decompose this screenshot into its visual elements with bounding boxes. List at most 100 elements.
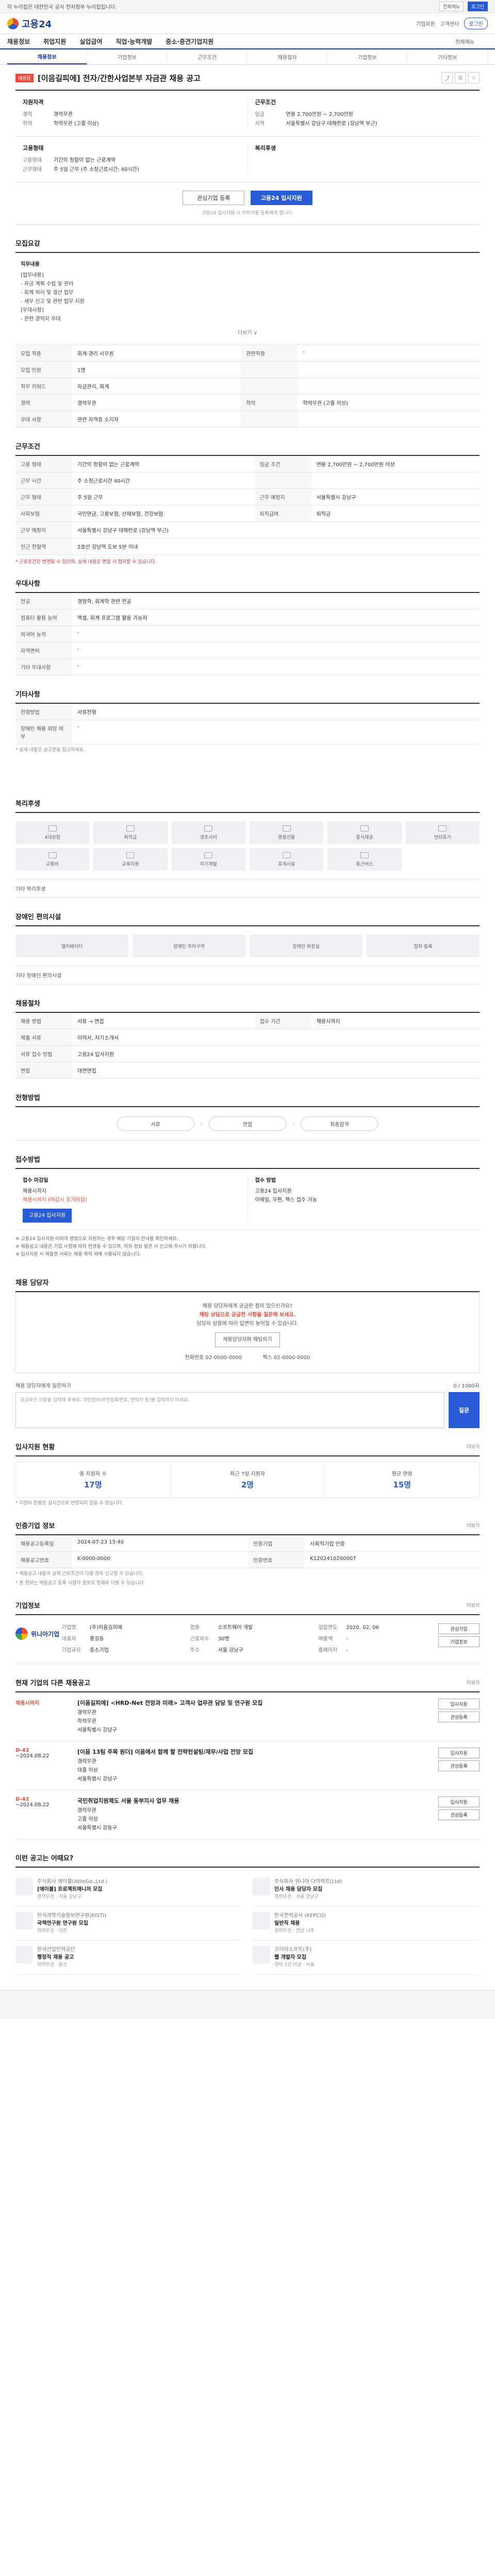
gov-notice: 이 누리집은 대한민국 공식 전자정부 누리집입니다.	[7, 5, 117, 10]
topbar-menu-button[interactable]: 전체메뉴	[439, 2, 464, 11]
section-title: 현재 기업의 다른 채용공고	[15, 1680, 91, 1687]
recommend-list: 주식회사 에이블(AbleGo.,Ltd.) [에이블] 프로젝트매니저 모집 경력…	[15, 1873, 480, 1975]
posting-link[interactable]: [이음 13팀 주목 원더] 이음에서 함께 할 전략컨설팅/재무/사업 전망 …	[77, 1748, 433, 1756]
tab-etc[interactable]: 기타정보	[408, 49, 488, 64]
section-title: 기타사항	[15, 691, 40, 699]
footer	[0, 1990, 495, 2019]
welfare-grid: 4대보험 퇴직금 경조사비 명절선물 중식제공 연차휴가 교통비 교육지원 자기…	[15, 813, 480, 879]
other-more-link[interactable]: 더보기	[467, 1679, 480, 1686]
section-title: 접수방법	[15, 1156, 40, 1164]
company-more-link[interactable]: 더보기	[467, 1602, 480, 1608]
section-recruit: 채용절차 채용 방법 서류 → 면접 접수 기간 채용시까지 제출 서류 이력서, 자기…	[15, 998, 480, 1079]
apply-note: 고용24 입사지원 시 이력서를 등록해야 합니다.	[202, 211, 293, 216]
welfare-icon	[204, 852, 213, 858]
list-item[interactable]: 한국산업인력공단 행정직 채용 공고 학력무관 · 울산	[15, 1941, 242, 1975]
howto-method: 접수 방법 고용24 입사지원 이메일, 우편, 팩스 접수 가능	[247, 1176, 480, 1223]
section-title: 기업정보	[15, 1602, 40, 1610]
section-other-postings: 현재 기업의 다른 채용공고 더보기 채용시까지 [이음길피에] <HRD-Net…	[15, 1677, 480, 1839]
nav-all-menu[interactable]: 전체메뉴	[455, 38, 474, 45]
section-process: 전형방법 서류 › 면접 › 최종합격	[15, 1092, 480, 1141]
list-item[interactable]: 주식회사 에이블(AbleGo.,Ltd.) [에이블] 프로젝트매니저 모집 경력…	[15, 1873, 242, 1907]
manage-more-link[interactable]: 더보기	[467, 1522, 480, 1529]
table-row: 모집 인원 1명	[15, 361, 480, 378]
bookmark-button[interactable]: 관심등록	[438, 1711, 480, 1722]
apply-button[interactable]: 입사지원	[438, 1748, 480, 1758]
process-step: 최종합격	[301, 1116, 378, 1131]
stats-more-link[interactable]: 더보기	[467, 1443, 480, 1450]
posting-link[interactable]: 국민취업지원제도 서울 동부지사 업무 채용	[77, 1797, 433, 1805]
section-stats: 입사지원 현황 더보기 총 지원자 수 17명 최근 7일 지원자 2명 평균 연령 1…	[15, 1442, 480, 1507]
posting-title-row: 채용중 [이음길피에] 전자/간한사업본부 자금관 채용 공고 ⤴ ⎙ ☆	[15, 72, 480, 91]
page-title: [이음길피에] 전자/간한사업본부 자금관 채용 공고	[37, 73, 201, 83]
welfare-icon	[126, 825, 135, 832]
star-icon[interactable]: ☆	[468, 72, 480, 83]
list-item[interactable]: D-42 ~2024.08.22 국민취업지원제도 서울 동부지사 업무 채용 경…	[15, 1790, 480, 1839]
qna-counter: 0 / 1000자	[453, 1383, 480, 1389]
tab-process[interactable]: 채용절차	[248, 49, 328, 64]
topbar-login-button[interactable]: 로그인	[468, 2, 488, 11]
company-thumb	[253, 1946, 270, 1963]
status-badge: 채용중	[15, 73, 34, 82]
section-recommend: 이런 공고는 어때요? 주식회사 에이블(AbleGo.,Ltd.) [에이블] …	[15, 1853, 480, 1975]
nav-item-benefit[interactable]: 실업급여	[79, 37, 102, 46]
apply-button[interactable]: 입사지원	[438, 1797, 480, 1807]
tab-recruit[interactable]: 채용정보	[7, 49, 88, 64]
page: 이 누리집은 대한민국 공식 전자정부 누리집입니다. 전체메뉴 로그인 고용2…	[0, 0, 495, 2019]
qna-submit-button[interactable]: 질문	[449, 1392, 480, 1428]
qna-input[interactable]: 궁금하신 사항을 입력해 주세요. 개인정보(주민등록번호, 연락처 등)를 입…	[15, 1392, 444, 1428]
table-row: 자격면허 -	[15, 642, 480, 659]
bookmark-button[interactable]: 관심등록	[438, 1809, 480, 1820]
list-item[interactable]: 한국과학기술정보연구원(KISTI) 국책연구원 연구원 모집 학력무관 · 대전	[15, 1907, 242, 1941]
share-icon[interactable]: ⤴	[441, 72, 453, 83]
section-company: 기업정보 더보기 위니아기업 기업명 (주)이음길피에 업종 소프트웨어 개발 설립연…	[15, 1600, 480, 1664]
tab-company[interactable]: 기업정보	[87, 49, 168, 64]
facility-item: 장애인 주차구역	[133, 935, 245, 957]
posting-link[interactable]: [이음길피에] <HRD-Net 전망과 미래> 고객사 업무관 담당 및 연구…	[77, 1699, 433, 1707]
process-steps: 서류 › 면접 › 최종합격	[15, 1107, 480, 1141]
conditions-note: * 근로조건은 변경될 수 있으며, 상세 내용은 면접 시 협의할 수 있습니…	[15, 560, 157, 565]
qna-title: 채용 담당자에게 질문하기	[15, 1383, 71, 1389]
facility-item: 장애인 화장실	[250, 935, 362, 957]
content: 채용중 [이음길피에] 전자/간한사업본부 자금관 채용 공고 ⤴ ⎙ ☆ 지원…	[15, 72, 480, 1975]
howto-apply-button[interactable]: 고용24 입사지원	[23, 1209, 72, 1223]
site-logo[interactable]: 고용24	[7, 17, 52, 30]
nav-item-jobs[interactable]: 채용정보	[7, 37, 30, 46]
apply-button[interactable]: 고용24 입사지원	[250, 191, 312, 205]
print-icon[interactable]: ⎙	[455, 72, 466, 83]
nav-item-support[interactable]: 취업지원	[43, 37, 66, 46]
list-item[interactable]: 채용시까지 [이음길피에] <HRD-Net 전망과 미래> 고객사 업무관 담…	[15, 1692, 480, 1741]
apply-box: 관심기업 등록 고용24 입사지원 고용24 입사지원 시 이력서를 등록해야 …	[15, 182, 480, 225]
preference-table: 전공 경영학, 회계학 관련 전공 컴퓨터 활용 능력 엑셀, 회계 프로그램 활용…	[15, 593, 480, 675]
tab-conditions[interactable]: 근무조건	[168, 49, 248, 64]
welfare-icon	[48, 825, 57, 832]
bookmark-company-button[interactable]: 관심기업 등록	[183, 191, 245, 205]
welfare-item: 자기계발	[171, 848, 245, 871]
list-item[interactable]: 코리아소프트(주) 웹 개발자 모집 경력 1년 이상 · 서울	[253, 1941, 480, 1975]
conditions-table: 고용 형태 기간의 정함이 없는 근로계약 임금 조건 연봉 2,700만원 ~ 2,…	[15, 456, 480, 555]
company-info-button[interactable]: 기업정보	[438, 1636, 480, 1647]
nav-item-training[interactable]: 직업·능력개발	[116, 37, 153, 46]
bookmark-button[interactable]: 관심등록	[438, 1760, 480, 1771]
summary-bottom: 고용형태 고용형태 기간의 정함이 없는 근로계약 근무형태 주 5일 근무 (주 …	[15, 137, 480, 182]
header-link-help[interactable]: 고객센터	[440, 20, 459, 27]
list-item[interactable]: 한국전력공사 (KEPCO) 일반직 채용 경력무관 · 전남 나주	[253, 1907, 480, 1941]
welfare-item: 경조사비	[171, 821, 245, 844]
nav-item-sme[interactable]: 중소·중견기업지원	[166, 37, 213, 46]
job-more-button[interactable]: 더보기 ∨	[21, 329, 474, 337]
welfare-item: 연차휴가	[405, 821, 480, 844]
apply-button[interactable]: 입사지원	[438, 1699, 480, 1709]
welfare-icon	[360, 852, 369, 858]
company-thumb	[15, 1946, 33, 1963]
list-item[interactable]: 주식회사 위니아 다이렉트(Ltd) 인사 채용 담당자 모집 경력무관 · 서울 …	[253, 1873, 480, 1907]
list-item[interactable]: D-42 ~2024.08.22 [이음 13팀 주목 원더] 이음에서 함께 할…	[15, 1741, 480, 1790]
phone-number: 전화번호 02-0000-0000	[185, 1355, 242, 1361]
header-link-company[interactable]: 기업회원	[416, 20, 435, 27]
table-row: 컴퓨터 활용 능력 엑셀, 회계 프로그램 활용 가능자	[15, 609, 480, 626]
welfare-icon	[126, 852, 135, 858]
company-bookmark-button[interactable]: 관심기업	[438, 1623, 480, 1634]
stat-item: 최근 7일 지원자 2명	[170, 1462, 325, 1497]
header-login-button[interactable]: 로그인	[464, 18, 488, 29]
table-row: 경력 경력무관 학력 학력무관 (고졸 이상)	[15, 394, 480, 411]
tab-company-info[interactable]: 기업정보	[327, 49, 408, 64]
chat-button[interactable]: 채용담당자와 채팅하기	[215, 1332, 280, 1347]
